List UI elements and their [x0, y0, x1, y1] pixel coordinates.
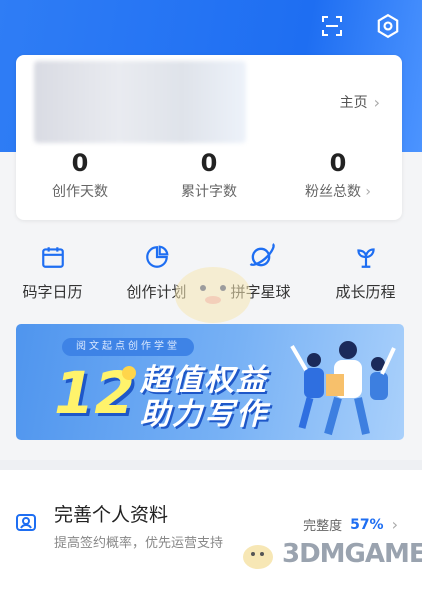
banner-line2: 助力写作	[140, 397, 268, 432]
quick-action-calendar[interactable]: 码字日历	[0, 242, 105, 302]
sprout-icon	[313, 242, 418, 272]
stat-value: 0	[329, 149, 347, 177]
home-link[interactable]: 主页 ›	[340, 92, 380, 112]
stat-total-words[interactable]: 0 累计字数	[149, 147, 269, 201]
completeness-label: 完整度	[303, 519, 343, 534]
site-watermark: 3DMGAME	[240, 537, 422, 571]
people-illustration	[290, 341, 396, 436]
complete-profile-card[interactable]: 完善个人资料 提高签约概率，优先运营支持 完整度 57% ›	[0, 470, 422, 589]
stat-label: 粉丝总数 ›	[278, 181, 398, 201]
stat-value: 0	[71, 149, 89, 177]
home-link-label: 主页	[339, 95, 368, 111]
scan-icon[interactable]	[318, 12, 346, 40]
stat-value: 0	[200, 149, 218, 177]
completeness-value: 57%	[350, 516, 384, 533]
stat-followers[interactable]: 0 粉丝总数 ›	[278, 147, 398, 201]
banner-tag: 阅文起点创作学堂	[62, 338, 194, 356]
blurred-avatar-name	[34, 61, 246, 143]
calendar-icon	[0, 242, 105, 272]
chevron-right-icon: ›	[365, 184, 372, 200]
stat-label-text: 粉丝总数	[304, 184, 361, 200]
stat-writing-days[interactable]: 0 创作天数	[20, 147, 140, 201]
profile-card: 主页 › 0 创作天数 0 累计字数 0 粉丝总数 ›	[16, 55, 402, 220]
complete-profile-title: 完善个人资料	[54, 504, 169, 526]
settings-icon[interactable]	[374, 12, 402, 40]
quick-action-label: 成长历程	[335, 283, 396, 301]
watermark-text: 3DMGAME	[282, 539, 422, 569]
chevron-right-icon: ›	[373, 92, 380, 112]
complete-profile-subtitle: 提高签约概率，优先运营支持	[54, 536, 224, 551]
mascot-watermark-image	[175, 267, 251, 323]
banner-line1: 超值权益	[140, 363, 268, 398]
promo-banner[interactable]: 阅文起点创作学堂 12 超值权益 助力写作	[16, 324, 404, 440]
star-icon	[122, 366, 136, 380]
section-divider	[0, 460, 422, 470]
stat-label: 累计字数	[181, 184, 237, 200]
quick-action-growth[interactable]: 成长历程	[313, 242, 418, 302]
profile-completeness[interactable]: 完整度 57% ›	[303, 515, 398, 534]
profile-card-icon	[14, 510, 38, 538]
stat-label: 创作天数	[52, 184, 108, 200]
chevron-right-icon: ›	[391, 515, 398, 534]
quick-action-label: 码字日历	[22, 283, 83, 301]
mascot-logo-icon	[243, 545, 273, 569]
